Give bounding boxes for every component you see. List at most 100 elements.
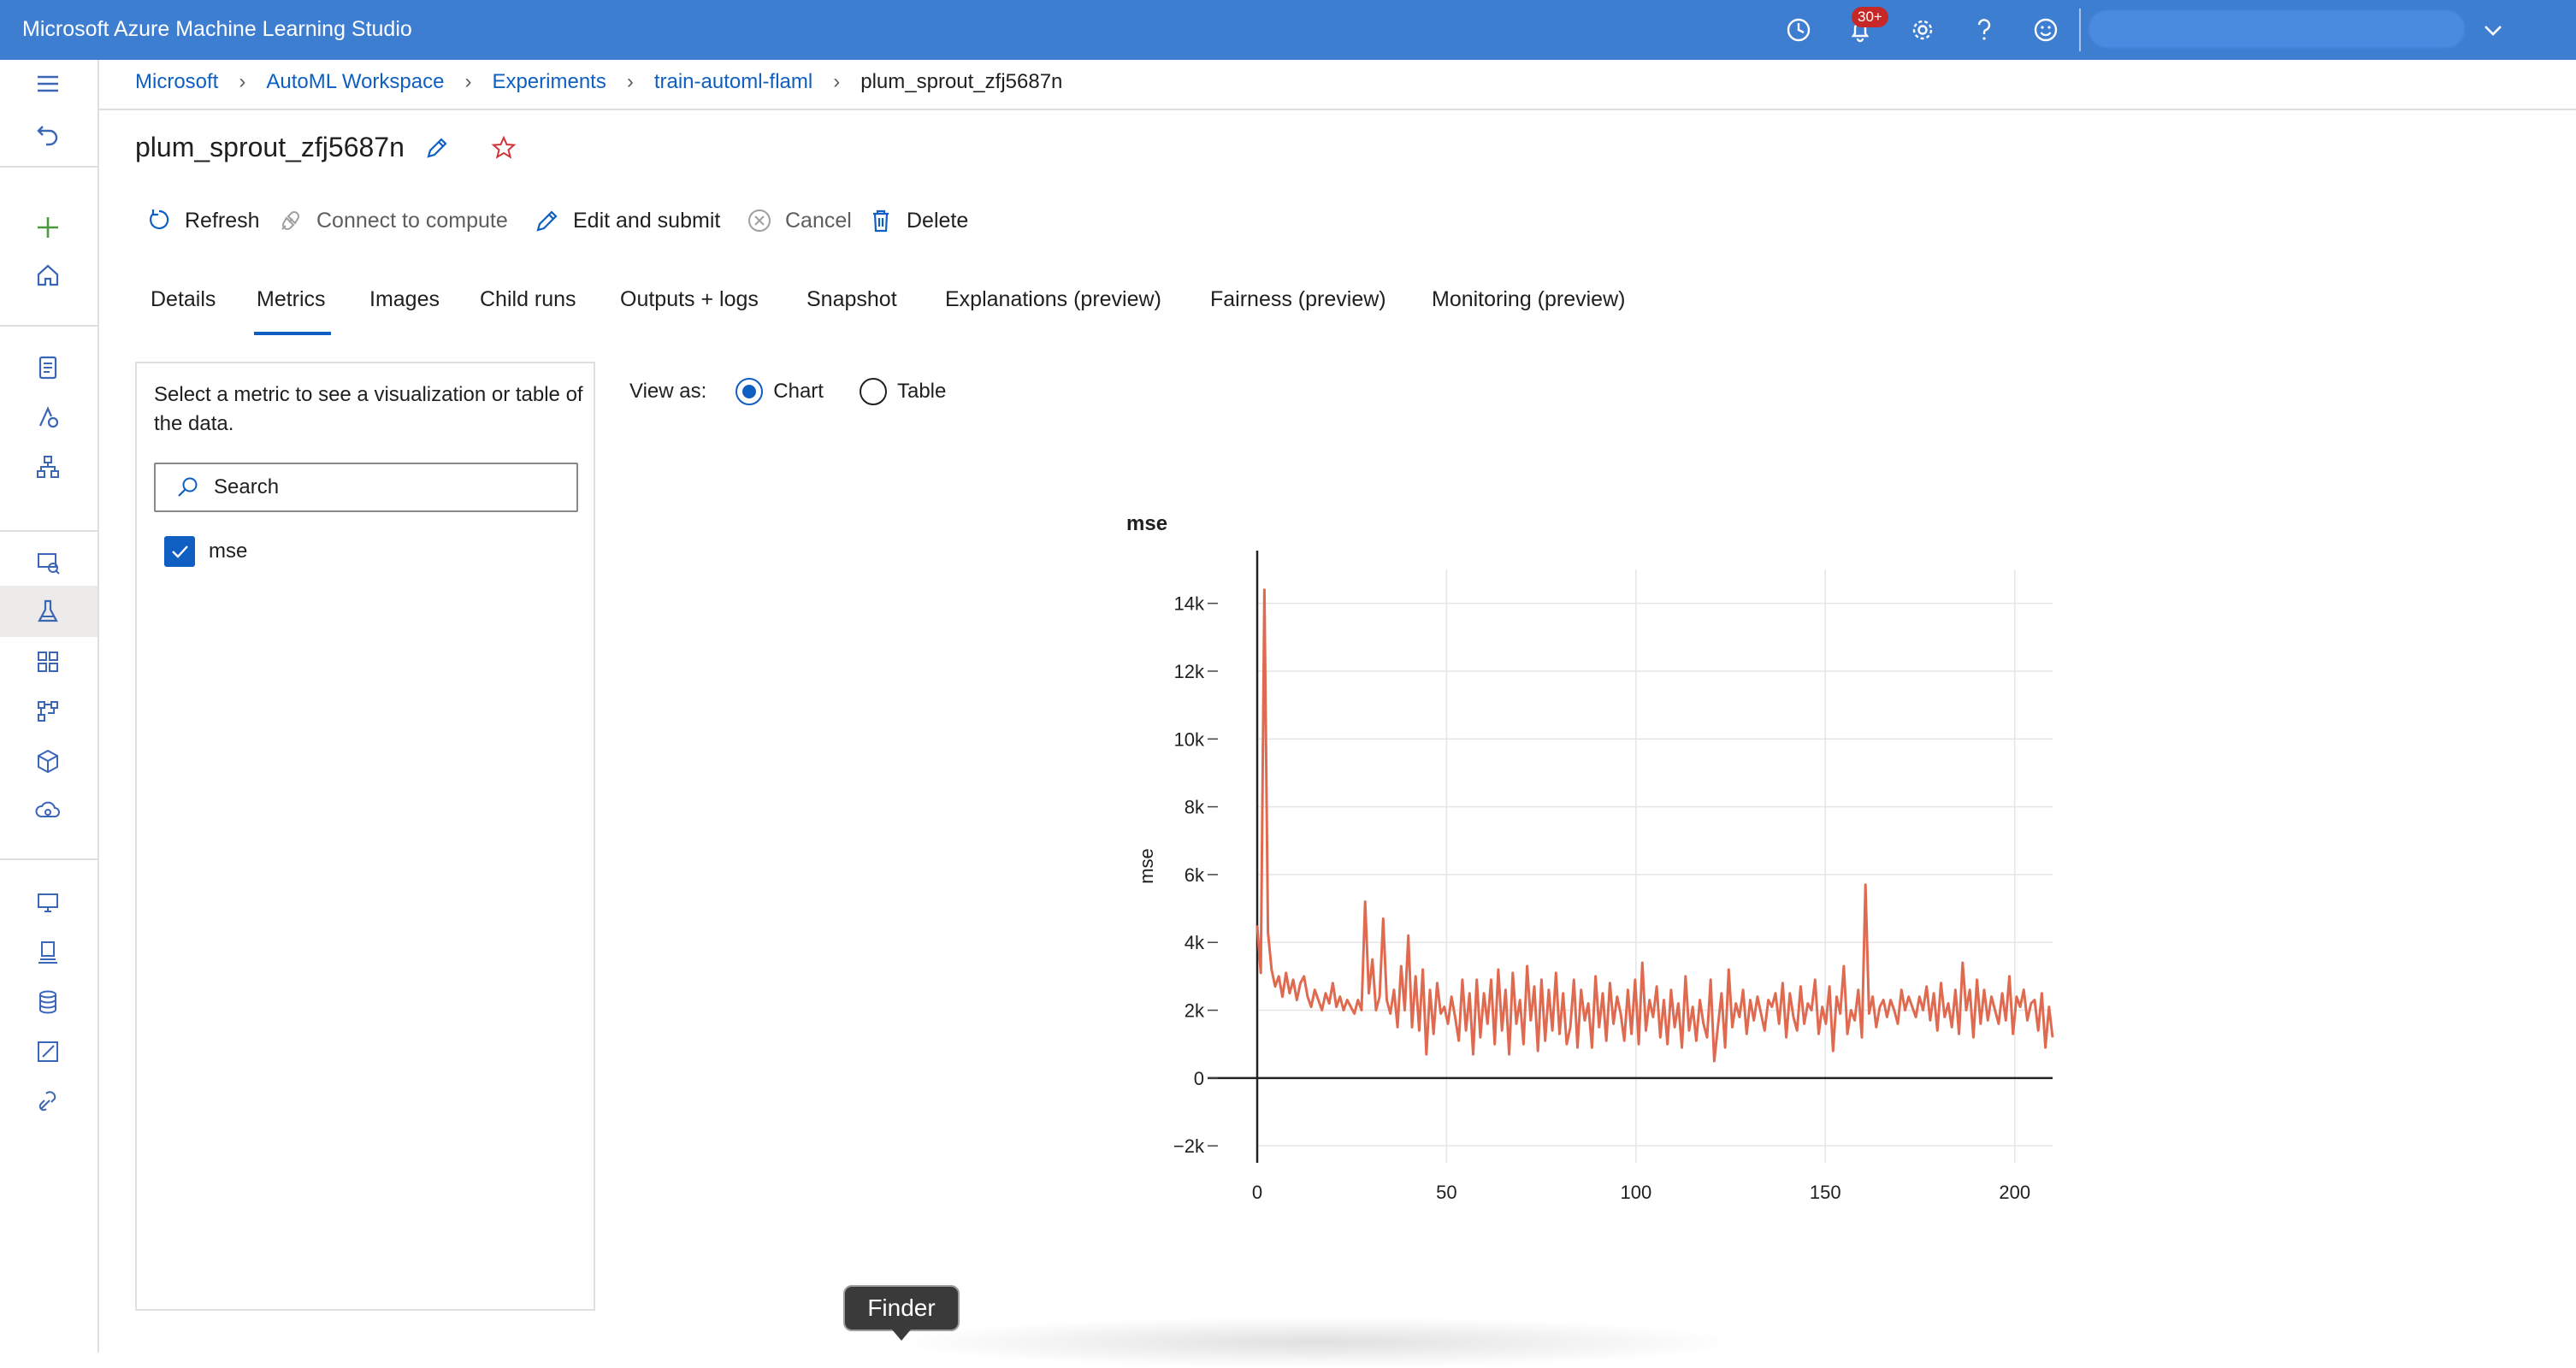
chart-y-axis-label: mse (1136, 848, 1157, 884)
chart-option-label[interactable]: Chart (773, 380, 824, 404)
y-tick-label: 6k (1185, 864, 1205, 886)
tab-child-runs[interactable]: Child runs (480, 287, 576, 312)
plus-icon[interactable] (31, 210, 65, 245)
delete-button[interactable]: Delete (867, 202, 968, 239)
chevron-right-icon: › (464, 70, 472, 93)
models-cube-icon[interactable] (31, 744, 65, 778)
edit-and-submit-button[interactable]: Edit and submit (534, 202, 720, 239)
cancel-circle-icon (748, 209, 771, 232)
designer-icon[interactable] (31, 450, 65, 484)
tab-metrics[interactable]: Metrics (257, 287, 326, 312)
view-as-label: View as: (629, 380, 707, 403)
mse-checkbox[interactable] (164, 536, 195, 567)
pipelines-icon[interactable] (31, 645, 65, 679)
y-tick-label: 8k (1185, 797, 1205, 818)
chevron-right-icon: › (626, 70, 634, 93)
endpoints-cloud-icon[interactable] (31, 793, 65, 828)
app-title[interactable]: Microsoft Azure Machine Learning Studio (22, 17, 412, 42)
top-bar-divider (2079, 9, 2081, 51)
mse-series-line[interactable] (1256, 588, 2054, 1063)
breadcrumb-link-experiments[interactable]: Experiments (492, 70, 606, 94)
y-tick-label: −2k (1173, 1135, 1205, 1157)
linked-services-icon[interactable] (31, 1084, 65, 1118)
plug-icon (281, 211, 299, 230)
tab-images[interactable]: Images (369, 287, 440, 312)
y-tick-label: 10k (1174, 728, 1205, 750)
chevron-down-icon[interactable] (2478, 15, 2508, 46)
nav-divider (0, 325, 97, 327)
history-icon[interactable] (1781, 13, 1816, 47)
automl-icon[interactable] (31, 400, 65, 434)
trash-icon (873, 209, 889, 233)
experiments-flask-icon[interactable] (31, 594, 65, 628)
tab-explanations[interactable]: Explanations (preview) (945, 287, 1161, 312)
datastores-icon[interactable] (31, 985, 65, 1019)
y-tick-label: 12k (1174, 661, 1205, 682)
connect-to-compute-button[interactable]: Connect to compute (277, 202, 508, 239)
star-favorite-icon[interactable] (489, 133, 518, 162)
home-icon[interactable] (31, 258, 65, 292)
pencil-edit-icon[interactable] (422, 133, 452, 162)
mse-line-chart[interactable]: mse mse −2k 0 2k 4k 6k 8k 10k 12k 14k 0 50 100 150 20… (1112, 496, 2078, 1214)
nav-divider (0, 858, 97, 860)
view-as-group: View as: Chart Table (629, 378, 946, 405)
gear-icon[interactable] (1905, 13, 1940, 47)
smiley-icon[interactable] (2029, 13, 2063, 47)
undo-icon[interactable] (31, 116, 65, 150)
table-radio[interactable] (859, 378, 887, 405)
delete-label: Delete (907, 208, 969, 233)
active-tab-indicator (254, 332, 331, 335)
metric-selection-panel: Select a metric to see a visualization o… (135, 362, 595, 1311)
metric-item-mse[interactable]: mse (164, 536, 247, 567)
edit-submit-label: Edit and submit (573, 208, 721, 233)
tab-details[interactable]: Details (151, 287, 216, 312)
data-icon[interactable] (31, 545, 65, 580)
header-divider (97, 109, 2576, 110)
breadcrumb-link-workspace[interactable]: AutoML Workspace (266, 70, 444, 94)
dock-shadow (889, 1317, 1745, 1368)
y-tick-label: 0 (1194, 1068, 1204, 1089)
tooltip-arrow (892, 1330, 911, 1341)
cancel-button[interactable]: Cancel (746, 202, 852, 239)
tab-fairness[interactable]: Fairness (preview) (1210, 287, 1386, 312)
finder-tooltip: Finder (843, 1285, 960, 1331)
left-navigation (0, 60, 99, 1353)
chart-title: mse (1126, 512, 1167, 535)
nav-divider (0, 530, 97, 532)
data-labeling-icon[interactable] (31, 1035, 65, 1069)
top-bar: Microsoft Azure Machine Learning Studio … (0, 0, 2576, 60)
account-name-redacted[interactable] (2089, 10, 2465, 48)
notebook-icon[interactable] (31, 351, 65, 385)
refresh-icon (150, 209, 169, 230)
y-tick-label: 14k (1174, 593, 1205, 615)
search-input[interactable] (212, 475, 558, 500)
search-icon (178, 477, 198, 497)
checkmark-icon (172, 545, 188, 558)
chart-radio[interactable] (736, 378, 764, 405)
y-tick-label: 2k (1185, 1000, 1205, 1022)
compute-icon[interactable] (31, 886, 65, 920)
metric-search-box[interactable] (154, 463, 578, 512)
refresh-button[interactable]: Refresh (145, 202, 260, 239)
x-tick-label: 50 (1436, 1182, 1456, 1203)
components-icon[interactable] (31, 694, 65, 728)
chevron-right-icon: › (239, 70, 246, 93)
tab-monitoring[interactable]: Monitoring (preview) (1432, 287, 1625, 312)
breadcrumb-link-experiment[interactable]: train-automl-flaml (654, 70, 812, 94)
help-icon[interactable] (1967, 13, 2001, 47)
tab-snapshot[interactable]: Snapshot (806, 287, 897, 312)
x-tick-label: 200 (1999, 1182, 2030, 1203)
breadcrumb-link-microsoft[interactable]: Microsoft (135, 70, 218, 94)
nav-divider (0, 166, 97, 168)
environments-icon[interactable] (31, 935, 65, 970)
cancel-label: Cancel (785, 208, 852, 233)
hamburger-menu-icon[interactable] (31, 67, 65, 101)
connect-label: Connect to compute (316, 208, 508, 233)
x-tick-label: 0 (1252, 1182, 1262, 1203)
refresh-label: Refresh (185, 208, 260, 233)
table-option-label[interactable]: Table (897, 380, 946, 404)
panel-description: Select a metric to see a visualization o… (154, 383, 583, 435)
metric-label: mse (209, 540, 248, 563)
tab-outputs-logs[interactable]: Outputs + logs (620, 287, 759, 312)
x-tick-label: 100 (1620, 1182, 1651, 1203)
